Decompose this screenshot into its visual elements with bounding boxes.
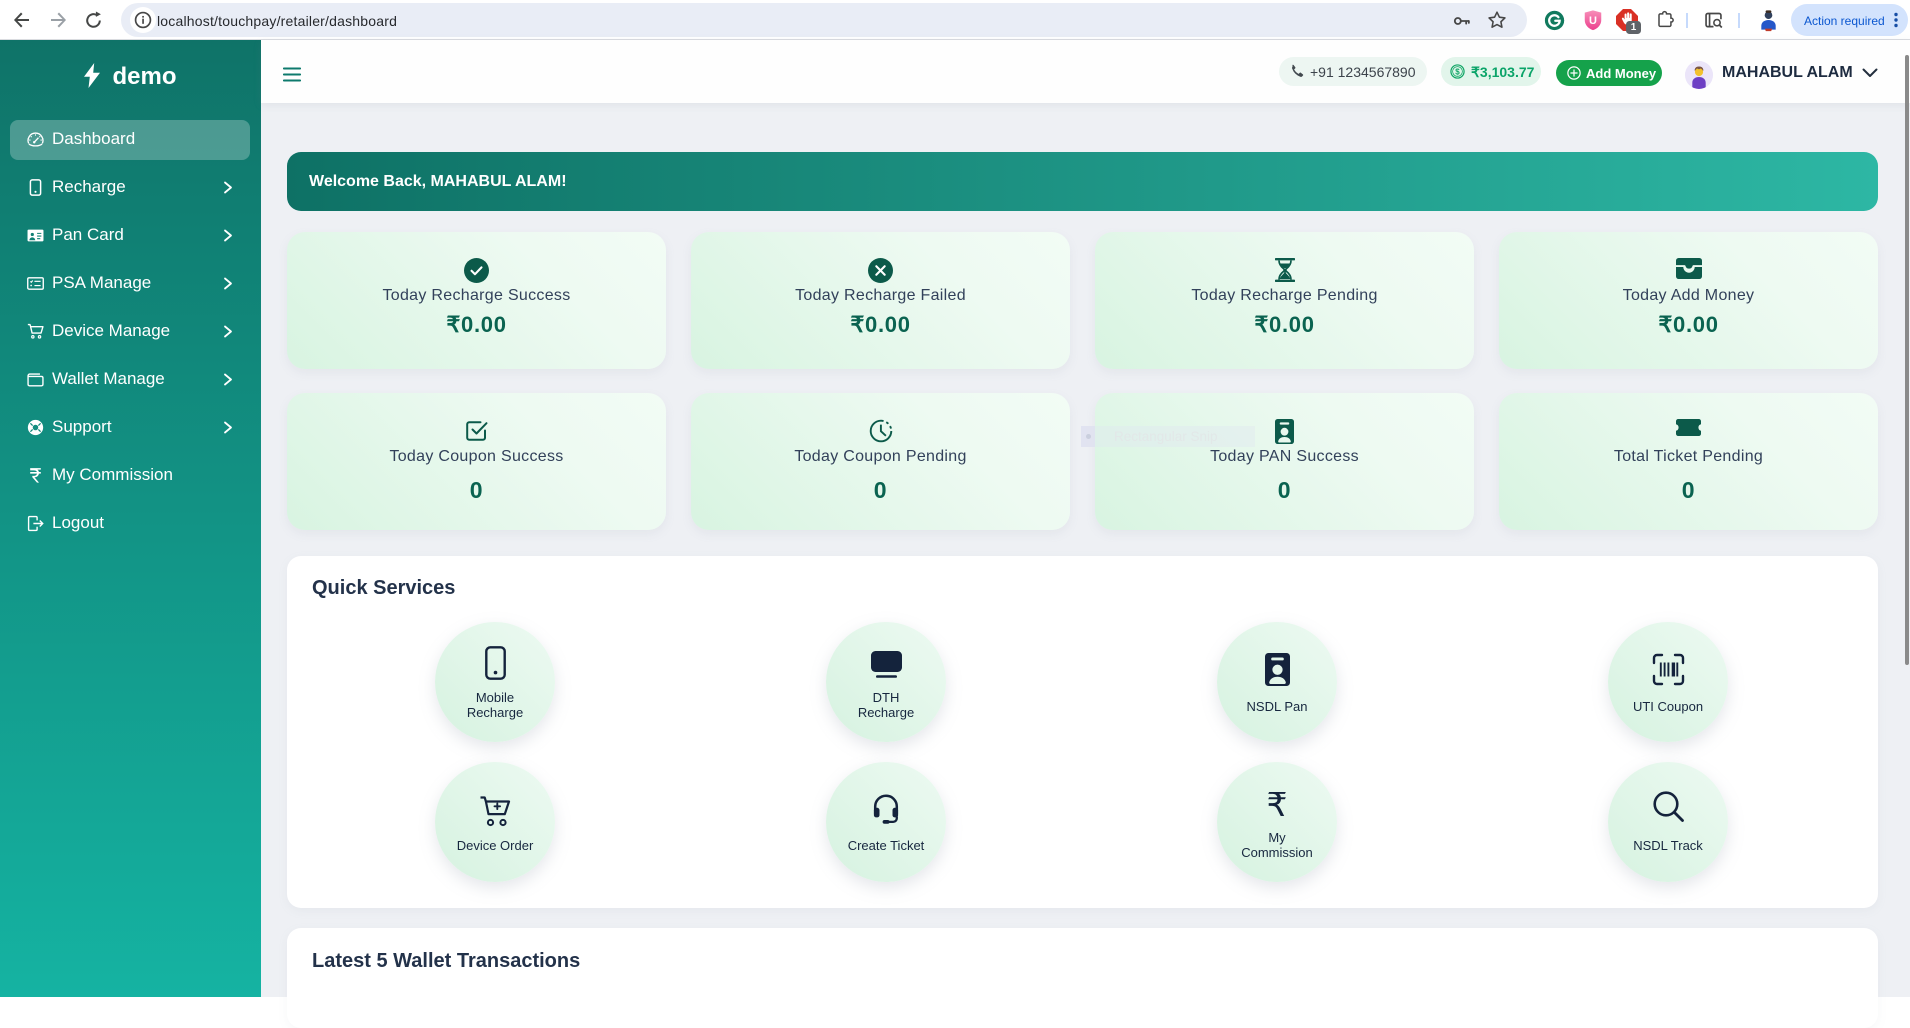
svg-text:$: $ — [1455, 67, 1460, 76]
svg-text:U: U — [1589, 15, 1597, 27]
svg-text:₹: ₹ — [1267, 787, 1288, 821]
